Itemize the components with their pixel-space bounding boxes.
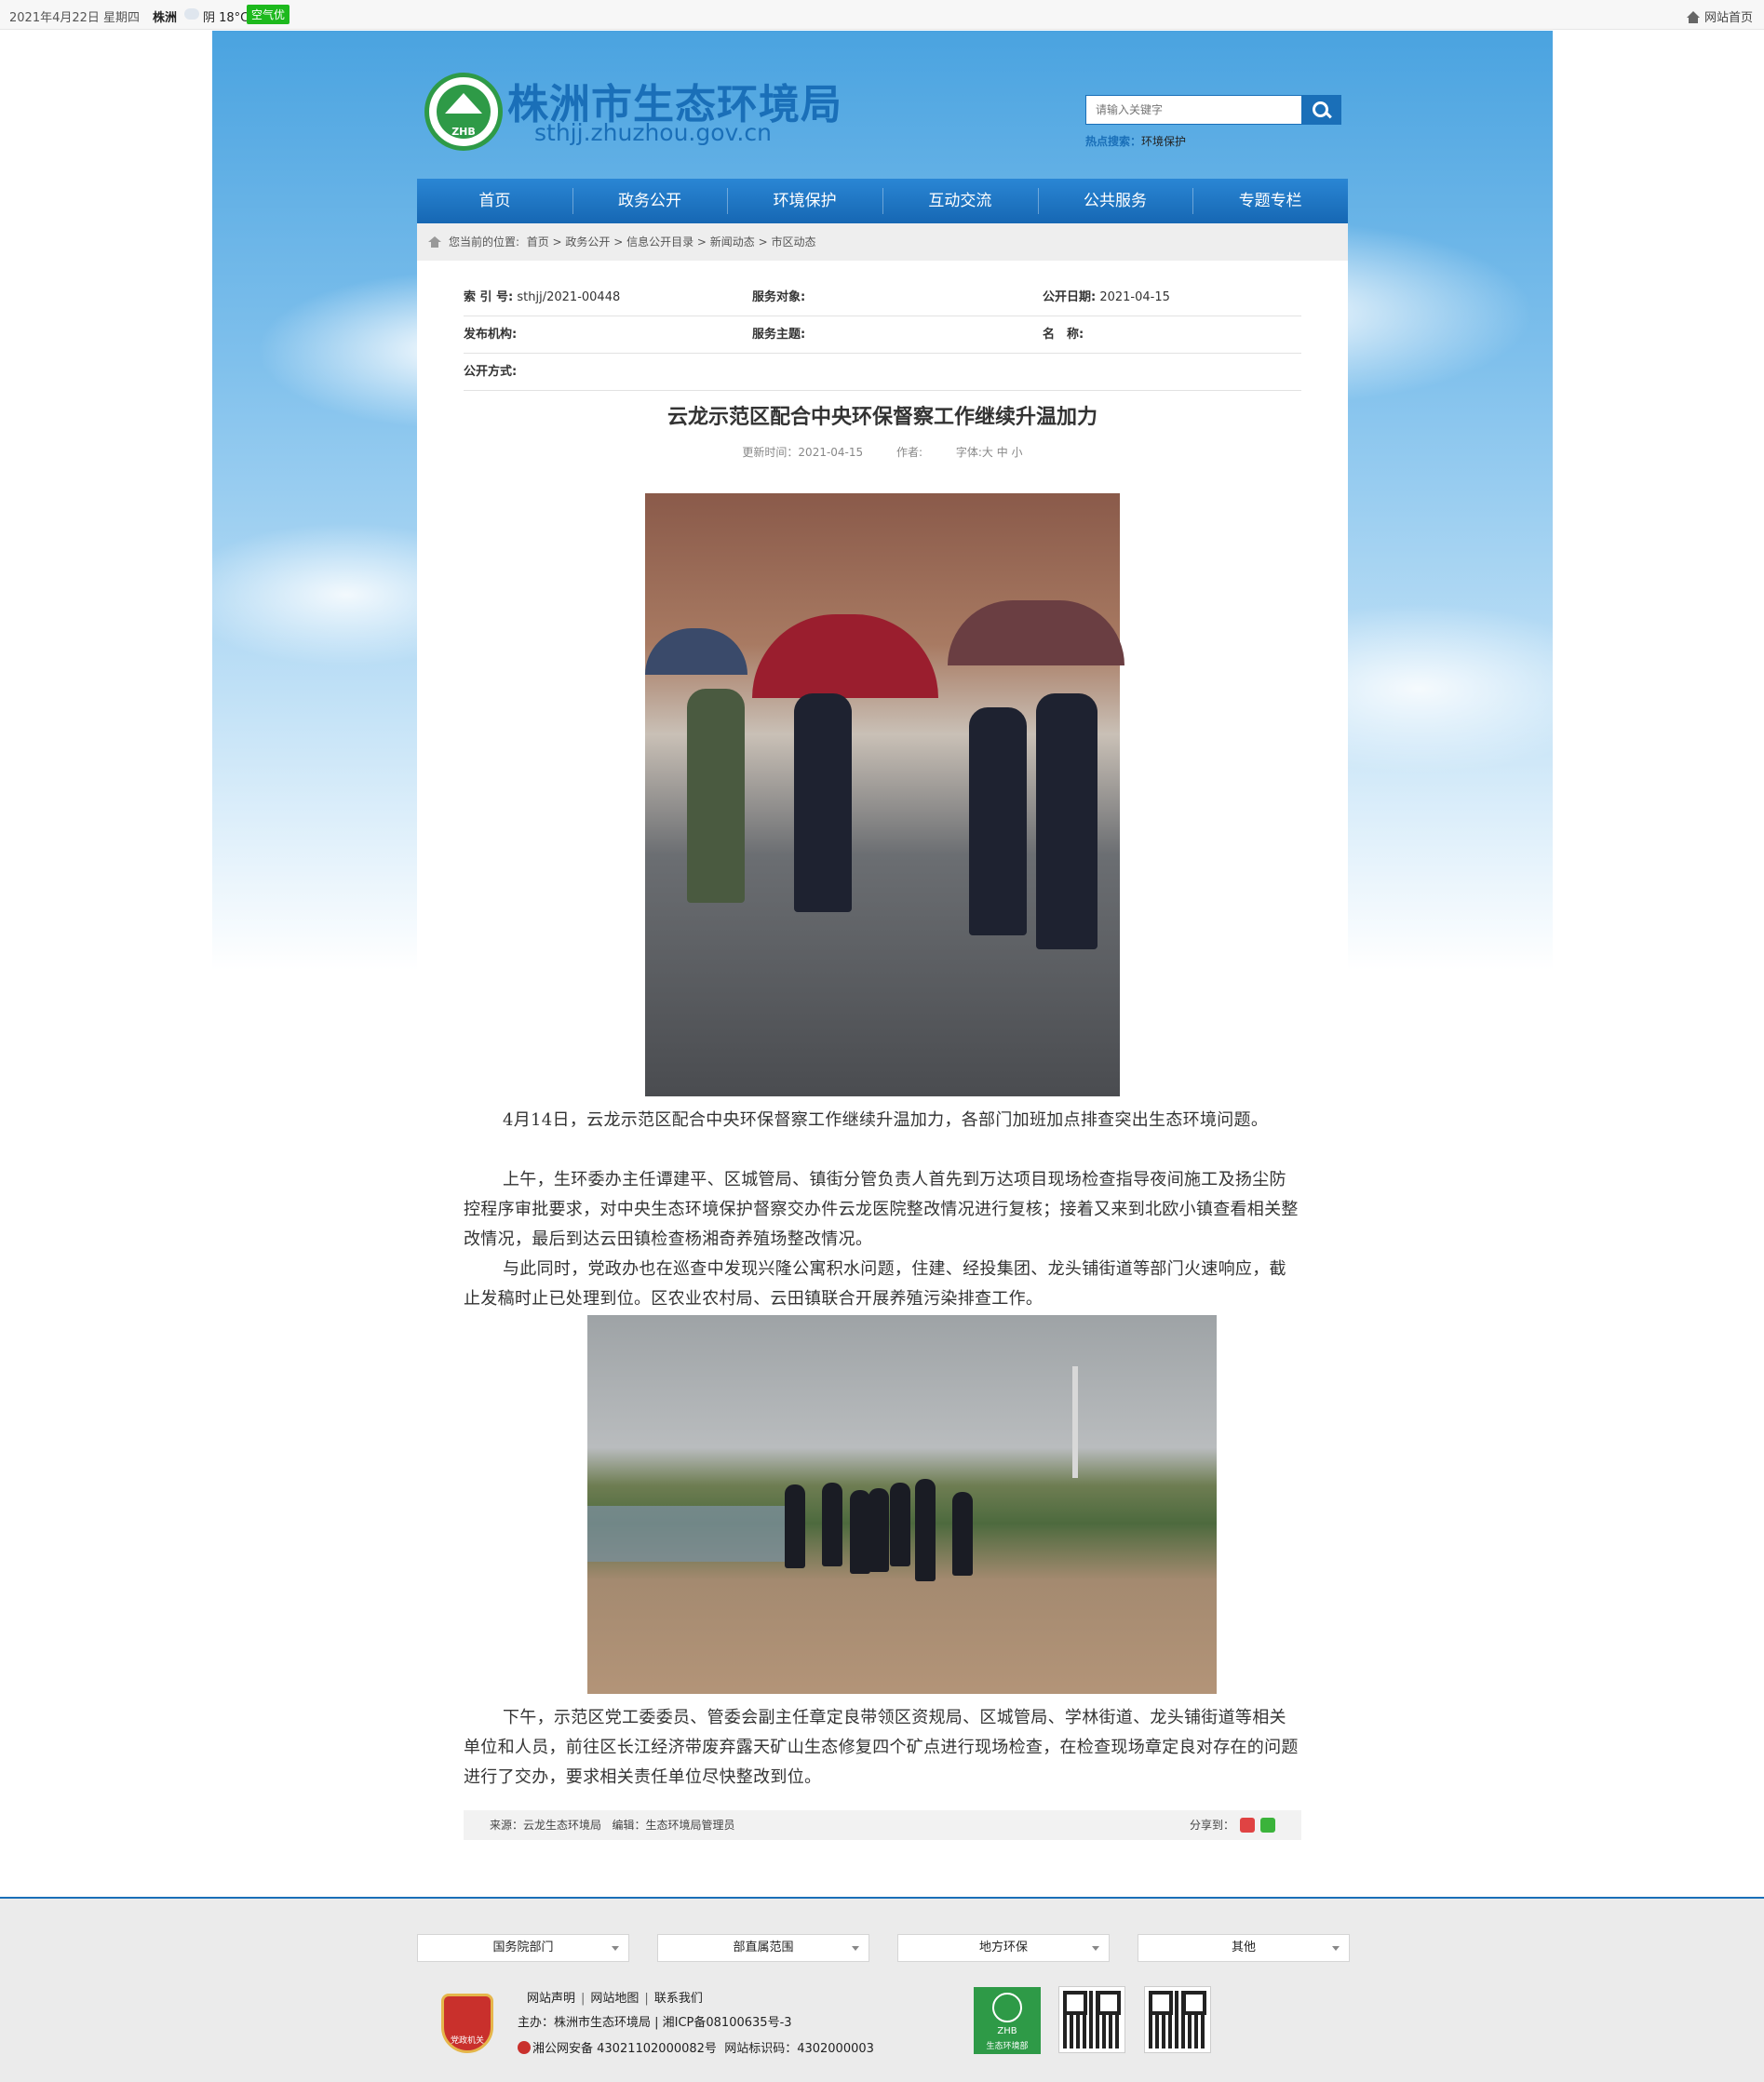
public-date-label: 公开日期: [1043, 290, 1097, 304]
qr-code-icon [1144, 1986, 1211, 2053]
meta-row: 公开方式: [464, 354, 1301, 391]
article-subinfo: 更新时间：2021-04-15 作者: 字体:大 中 小 [464, 444, 1301, 460]
person-figure [952, 1492, 973, 1576]
meta-row: 索 引 号: sthjj/2021-00448 服务对象: 公开日期: 2021… [464, 279, 1301, 316]
breadcrumb-gov[interactable]: 政务公开 [565, 235, 610, 248]
name-label: 名 称: [1043, 328, 1084, 342]
pond-shape [587, 1506, 792, 1562]
weibo-share-icon[interactable] [1240, 1818, 1255, 1833]
person-figure [869, 1488, 889, 1572]
person-figure [794, 693, 852, 912]
article-title: 云龙示范区配合中央环保督察工作继续升温加力 [667, 406, 1097, 429]
top-bar: 2021年4月22日 星期四 株洲 阴 18°C 空气优 网站首页 [0, 0, 1764, 30]
article-source: 来源：云龙生态环境局 [490, 1819, 602, 1832]
search-button[interactable] [1301, 96, 1340, 124]
breadcrumb-news[interactable]: 新闻动态 [710, 235, 755, 248]
qr-code-icon [1058, 1986, 1125, 2053]
home-icon [428, 236, 441, 248]
footer-link-boxes: 国务院部门 部直属范围 地方环保 其他 [417, 1934, 1350, 1962]
hot-search: 热点搜索：环境保护 [1085, 133, 1186, 149]
link-box-state-council[interactable]: 国务院部门 [417, 1934, 629, 1962]
breadcrumb-catalog[interactable]: 信息公开目录 [626, 235, 693, 248]
current-date: 2021年4月22日 星期四 [9, 11, 141, 25]
meta-row: 发布机构: 服务主题: 名 称: [464, 316, 1301, 354]
person-figure [850, 1490, 870, 1574]
breadcrumb-home[interactable]: 首页 [527, 235, 549, 248]
police-emblem-icon [518, 2041, 531, 2054]
mee-logo-icon[interactable]: ZHB 生态环境部 [974, 1987, 1041, 2054]
hot-search-label: 热点搜索： [1085, 135, 1142, 148]
site-url: sthjj.zhuzhou.gov.cn [534, 119, 772, 146]
home-link[interactable]: 网站首页 [1686, 7, 1753, 25]
publisher-label: 发布机构: [464, 328, 518, 342]
footer-link-statement[interactable]: 网站声明 [527, 1992, 575, 2006]
person-figure [785, 1484, 805, 1568]
main-nav: 首页 政务公开 环境保护 互动交流 公共服务 专题专栏 [417, 179, 1348, 223]
link-box-ministry[interactable]: 部直属范围 [657, 1934, 869, 1962]
search-box [1085, 95, 1341, 125]
cell-tower-shape [1072, 1366, 1078, 1478]
weather-city: 株洲 [153, 11, 178, 25]
author: 作者: [896, 446, 923, 459]
weather-text: 阴 18°C [203, 11, 249, 25]
article-paragraph: 上午，生环委办主任谭建平、区城管局、镇街分管负责人首先到万达项目现场检查指导夜间… [464, 1170, 1299, 1249]
article-paragraph: 与此同时，党政办也在巡查中发现兴隆公寓积水问题，住建、经投集团、龙头铺街道等部门… [464, 1259, 1286, 1309]
link-box-local-env[interactable]: 地方环保 [897, 1934, 1110, 1962]
person-figure [687, 689, 745, 903]
site-footer: 国务院部门 部直属范围 地方环保 其他 网站声明|网站地图|联系我们 主办：株洲… [0, 1897, 1764, 2082]
breadcrumb: 您当前的位置: 首页 > 政务公开 > 信息公开目录 > 新闻动态 > 市区动态 [417, 223, 1348, 261]
font-size-switch[interactable]: 字体:大 中 小 [956, 446, 1023, 459]
footer-sponsor: 主办：株洲市生态环境局 | 湘ICP备08100635号-3 [518, 2016, 792, 2030]
footer-link-contact[interactable]: 联系我们 [654, 1992, 703, 2006]
person-figure [969, 707, 1027, 935]
index-label: 索 引 号: [464, 290, 514, 304]
public-date-value: 2021-04-15 [1099, 290, 1170, 304]
nav-special-topics[interactable]: 专题专栏 [1192, 179, 1348, 223]
article-paragraph: 4月14日，云龙示范区配合中央环保督察工作继续升温加力，各部门加班加点排查突出生… [503, 1110, 1269, 1130]
umbrella-shape [948, 600, 1124, 665]
link-box-other[interactable]: 其他 [1138, 1934, 1350, 1962]
public-method-label: 公开方式: [464, 365, 518, 379]
breadcrumb-label: 您当前的位置: [449, 235, 520, 248]
article-editor: 编辑：生态环境局管理员 [612, 1819, 735, 1832]
service-topic-label: 服务主题: [752, 328, 806, 342]
share-label: 分享到： [1189, 1819, 1234, 1832]
article-paragraph: 下午，示范区党工委委员、管委会副主任章定良带领区资规局、区城管局、学林街道、龙头… [464, 1708, 1299, 1787]
search-input[interactable] [1086, 96, 1302, 124]
person-figure [915, 1479, 936, 1581]
home-icon [1686, 11, 1701, 23]
air-quality-badge: 空气优 [247, 5, 290, 24]
article-meta-table: 索 引 号: sthjj/2021-00448 服务对象: 公开日期: 2021… [464, 279, 1301, 391]
nav-home[interactable]: 首页 [417, 179, 572, 223]
article-photo-umbrellas [645, 493, 1124, 1096]
nav-government-affairs[interactable]: 政务公开 [572, 179, 728, 223]
person-figure [822, 1483, 842, 1566]
logo-mountain-icon [445, 93, 482, 114]
service-object-label: 服务对象: [752, 290, 806, 304]
footer-police: 湘公网安备 43021102000082号 网站标识码：4302000003 [518, 2038, 874, 2056]
wechat-share-icon[interactable] [1260, 1818, 1275, 1833]
umbrella-shape [752, 614, 938, 698]
umbrella-shape [645, 628, 747, 675]
site-code: 网站标识码：4302000003 [724, 2042, 874, 2056]
hot-search-term[interactable]: 环境保护 [1141, 135, 1186, 148]
nav-interaction[interactable]: 互动交流 [882, 179, 1038, 223]
article-photo-inspection [587, 1315, 1217, 1694]
nav-environment[interactable]: 环境保护 [727, 179, 882, 223]
content-panel: 您当前的位置: 首页 > 政务公开 > 信息公开目录 > 新闻动态 > 市区动态… [417, 223, 1348, 1899]
cloudy-icon [184, 8, 199, 20]
updated-time: 更新时间：2021-04-15 [742, 446, 864, 459]
footer-links: 网站声明 | 网站地图 | 联系我们 [527, 1992, 703, 2006]
breadcrumb-city-news[interactable]: 市区动态 [772, 235, 816, 248]
article-footer-bar: 来源：云龙生态环境局 编辑：生态环境局管理员 分享到： [464, 1810, 1301, 1840]
government-badge-icon[interactable] [441, 1994, 493, 2053]
footer-link-sitemap[interactable]: 网站地图 [590, 1992, 639, 2006]
nav-public-service[interactable]: 公共服务 [1037, 179, 1193, 223]
person-figure [890, 1483, 910, 1566]
person-figure [1036, 693, 1097, 949]
index-value: sthjj/2021-00448 [517, 290, 621, 304]
